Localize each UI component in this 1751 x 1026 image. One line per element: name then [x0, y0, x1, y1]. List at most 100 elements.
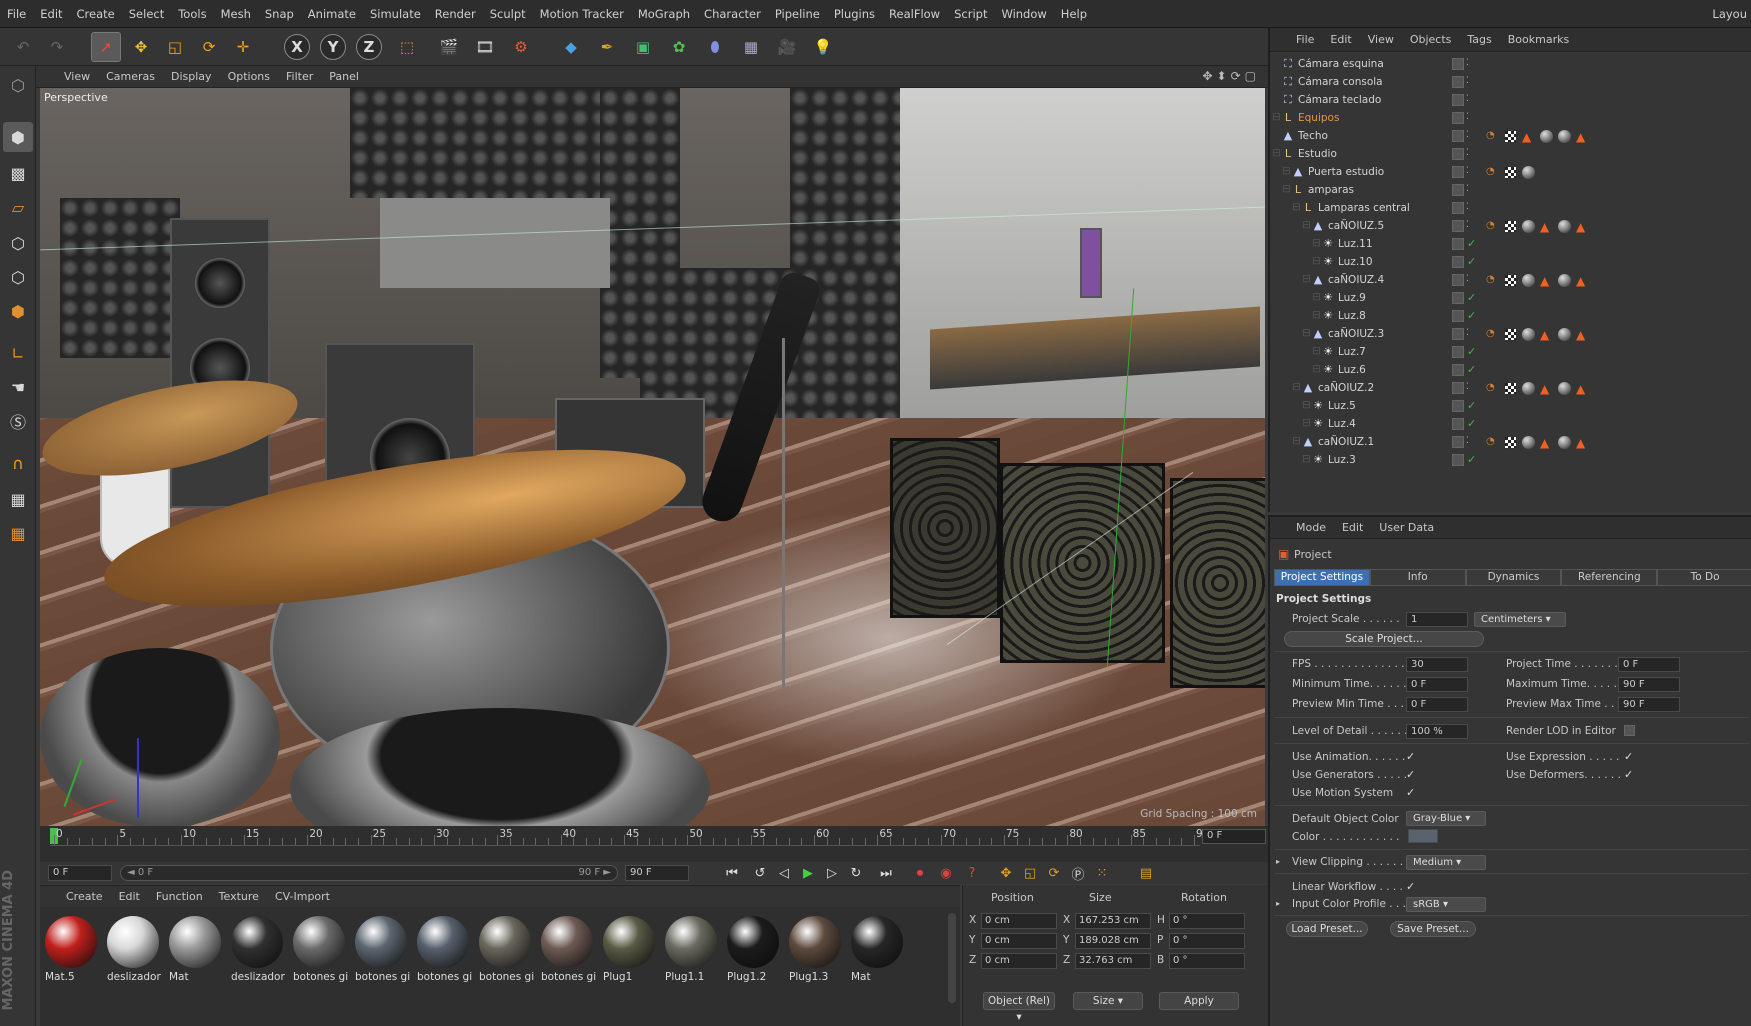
- project-time-field[interactable]: 0 F: [1618, 657, 1680, 672]
- use-motion-system-checkbox[interactable]: ✓: [1406, 787, 1417, 798]
- sphere-tag-icon[interactable]: [1522, 220, 1535, 233]
- visibility-dots-icon[interactable]: ⁚: [1466, 130, 1469, 140]
- tree-expand-icon[interactable]: ⊟: [1302, 399, 1311, 411]
- workplane-mode-icon[interactable]: ▱: [3, 192, 33, 222]
- object-name[interactable]: caÑOIUZ.3: [1328, 328, 1384, 340]
- tab-project-settings[interactable]: Project Settings: [1274, 569, 1370, 586]
- object-name[interactable]: Luz.5: [1328, 400, 1356, 412]
- tree-expand-icon[interactable]: ⊟: [1282, 165, 1291, 177]
- timeline-ruler[interactable]: 051015202530354045505560657075808590 0 F: [40, 826, 1268, 862]
- auto-key-icon[interactable]: ◉: [936, 864, 956, 882]
- color-swatch[interactable]: [1408, 829, 1438, 843]
- object-name[interactable]: Luz.9: [1338, 292, 1366, 304]
- layer-toggle-icon[interactable]: [1452, 58, 1464, 70]
- deformer-icon[interactable]: ⬮: [700, 32, 730, 62]
- layer-toggle-icon[interactable]: [1452, 202, 1464, 214]
- maximum-time-field[interactable]: 90 F: [1618, 677, 1680, 692]
- tree-expand-icon[interactable]: ⊟: [1312, 345, 1321, 357]
- material-menu-function[interactable]: Function: [148, 890, 211, 903]
- points-mode-icon[interactable]: ⬡: [3, 228, 33, 258]
- model-mode-icon[interactable]: ⬢: [3, 122, 33, 152]
- edges-mode-icon[interactable]: ⬡: [3, 262, 33, 292]
- objects-menu-objects[interactable]: Objects: [1402, 33, 1460, 46]
- sphere-tag-icon[interactable]: [1558, 382, 1571, 395]
- tree-expand-icon[interactable]: ⊟: [1292, 201, 1301, 213]
- scale-project-button[interactable]: Scale Project...: [1284, 631, 1484, 647]
- material-swatch[interactable]: Mat.5: [42, 913, 100, 989]
- object-row[interactable]: ⊟ ☀ Luz.10 ✓: [1270, 252, 1751, 272]
- checker-tag-icon[interactable]: [1504, 274, 1517, 287]
- tab-referencing[interactable]: Referencing: [1561, 569, 1658, 586]
- tab-dynamics[interactable]: Dynamics: [1465, 569, 1562, 586]
- timeline-window-icon[interactable]: ▤: [1136, 864, 1156, 882]
- menu-snap[interactable]: Snap: [258, 0, 301, 28]
- sphere-tag-icon[interactable]: [1522, 166, 1535, 179]
- object-name[interactable]: Cámara teclado: [1298, 94, 1381, 106]
- magnet-icon[interactable]: ∩: [3, 448, 33, 478]
- position-field[interactable]: 0 cm: [981, 933, 1057, 949]
- material-menu-create[interactable]: Create: [58, 890, 111, 903]
- coordinate-system-icon[interactable]: ⬚: [392, 32, 422, 62]
- menu-edit[interactable]: Edit: [33, 0, 69, 28]
- object-name[interactable]: Luz.8: [1338, 310, 1366, 322]
- layer-toggle-icon[interactable]: [1452, 400, 1464, 412]
- linear-workflow-checkbox[interactable]: ✓: [1406, 881, 1417, 892]
- object-row[interactable]: ⊟ ▲ caÑOIUZ.2 ⁚ ◔ ▲ ▲: [1270, 378, 1751, 398]
- triangle-tag-icon[interactable]: ▲: [1522, 130, 1535, 144]
- enabled-check-icon[interactable]: ✓: [1467, 453, 1476, 466]
- next-key-icon[interactable]: ↻: [846, 864, 866, 882]
- object-row[interactable]: ⊟ Lamparas ⁚: [1270, 180, 1751, 200]
- enabled-check-icon[interactable]: ✓: [1467, 363, 1476, 376]
- layer-toggle-icon[interactable]: [1452, 148, 1464, 160]
- view-clipping-dropdown[interactable]: Medium ▾: [1406, 855, 1486, 870]
- phong-tag-icon[interactable]: ◔: [1486, 220, 1499, 233]
- phong-tag-icon[interactable]: ◔: [1486, 436, 1499, 449]
- triangle-tag-icon[interactable]: ▲: [1576, 274, 1589, 288]
- object-row[interactable]: ▲ Techo ⁚ ◔ ▲ ▲: [1270, 126, 1751, 146]
- layer-toggle-icon[interactable]: [1452, 328, 1464, 340]
- triangle-tag-icon[interactable]: ▲: [1540, 274, 1553, 288]
- viewport-menu-panel[interactable]: Panel: [321, 70, 367, 83]
- phong-tag-icon[interactable]: ◔: [1486, 130, 1499, 143]
- object-name[interactable]: Equipos: [1298, 112, 1339, 124]
- sphere-tag-icon[interactable]: [1558, 220, 1571, 233]
- material-swatch[interactable]: botones gi: [414, 913, 472, 989]
- enabled-check-icon[interactable]: ✓: [1467, 291, 1476, 304]
- triangle-tag-icon[interactable]: ▲: [1576, 382, 1589, 396]
- render-view-icon[interactable]: 🎬: [434, 32, 464, 62]
- visibility-dots-icon[interactable]: ⁚: [1466, 58, 1469, 68]
- triangle-tag-icon[interactable]: ▲: [1576, 130, 1589, 144]
- object-name[interactable]: Puerta estudio: [1308, 166, 1384, 178]
- material-swatch[interactable]: Plug1.1: [662, 913, 720, 989]
- visibility-dots-icon[interactable]: ⁚: [1466, 382, 1469, 392]
- workplane-lock-icon[interactable]: ▦: [3, 484, 33, 514]
- object-name[interactable]: caÑOIUZ.1: [1318, 436, 1374, 448]
- object-name[interactable]: Luz.11: [1338, 238, 1373, 250]
- menu-mograph[interactable]: MoGraph: [631, 0, 697, 28]
- material-swatch[interactable]: Plug1.3: [786, 913, 844, 989]
- menu-tools[interactable]: Tools: [171, 0, 213, 28]
- layer-toggle-icon[interactable]: [1452, 310, 1464, 322]
- floor-icon[interactable]: ▦: [736, 32, 766, 62]
- position-field[interactable]: 0 cm: [981, 913, 1057, 929]
- sphere-tag-icon[interactable]: [1558, 274, 1571, 287]
- material-menu-texture[interactable]: Texture: [211, 890, 267, 903]
- object-row[interactable]: ⊟ ☀ Luz.6 ✓: [1270, 360, 1751, 380]
- visibility-dots-icon[interactable]: ⁚: [1466, 184, 1469, 194]
- size-field[interactable]: 32.763 cm: [1075, 953, 1151, 969]
- sphere-tag-icon[interactable]: [1522, 436, 1535, 449]
- layer-toggle-icon[interactable]: [1452, 130, 1464, 142]
- layer-toggle-icon[interactable]: [1452, 382, 1464, 394]
- layer-toggle-icon[interactable]: [1452, 112, 1464, 124]
- minimum-time-field[interactable]: 0 F: [1406, 677, 1468, 692]
- record-parameter-icon[interactable]: Ⓟ: [1068, 864, 1088, 883]
- expand-arrow-icon[interactable]: ▸: [1276, 857, 1280, 866]
- enabled-check-icon[interactable]: ✓: [1467, 309, 1476, 322]
- material-swatch[interactable]: Mat: [166, 913, 224, 989]
- menu-simulate[interactable]: Simulate: [363, 0, 428, 28]
- object-name[interactable]: caÑOIUZ.4: [1328, 274, 1384, 286]
- object-row[interactable]: ⊟ ☀ Luz.5 ✓: [1270, 396, 1751, 416]
- sphere-tag-icon[interactable]: [1540, 130, 1553, 143]
- layer-toggle-icon[interactable]: [1452, 346, 1464, 358]
- tree-expand-icon[interactable]: ⊟: [1272, 147, 1281, 159]
